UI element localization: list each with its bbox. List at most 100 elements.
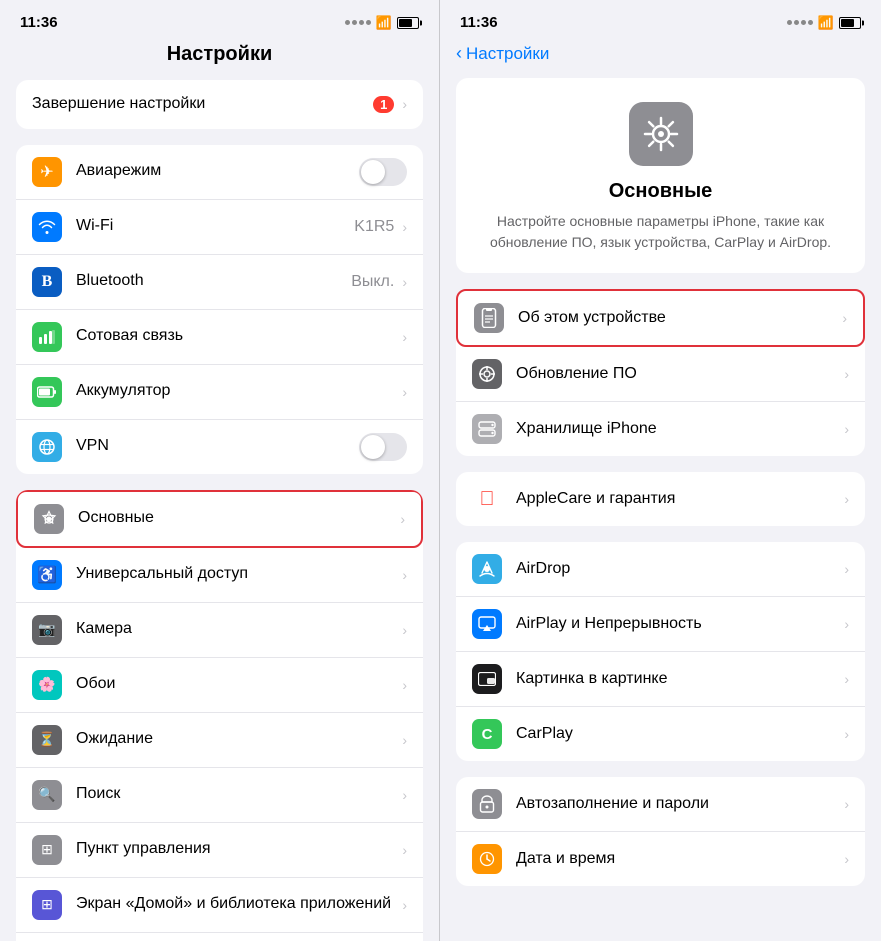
completion-chevron: › — [402, 96, 407, 112]
display-item[interactable]: ☀ Экран и яркость › — [16, 933, 423, 941]
control-icon: ⊞ — [32, 835, 62, 865]
about-chevron: › — [842, 310, 847, 326]
battery-icon — [397, 17, 419, 29]
carplay-label: CarPlay — [516, 725, 844, 743]
autofill-item[interactable]: Автозаполнение и пароли › — [456, 777, 865, 832]
airdrop-chevron: › — [844, 561, 849, 577]
right-signal-icon — [787, 20, 813, 25]
wallpaper-chevron: › — [402, 677, 407, 693]
wallpaper-icon: 🌸 — [32, 670, 62, 700]
datetime-icon — [472, 844, 502, 874]
airdrop-item[interactable]: AirDrop › — [456, 542, 865, 597]
update-item[interactable]: Обновление ПО › — [456, 347, 865, 402]
univ-label: Универсальный доступ — [76, 564, 400, 585]
carplay-item[interactable]: C CarPlay › — [456, 707, 865, 761]
osnov-icon — [34, 504, 64, 534]
battery-item-icon — [32, 377, 62, 407]
left-page-title: Настройки — [0, 39, 439, 80]
left-status-bar: 11:36 📶 — [0, 0, 439, 39]
vpn-label: VPN — [76, 436, 359, 457]
right-battery-icon — [839, 17, 861, 29]
update-icon — [472, 359, 502, 389]
right-group1: Об этом устройстве › Обновление ПО › — [456, 289, 865, 456]
airplane-toggle[interactable] — [359, 158, 407, 186]
datetime-item[interactable]: Дата и время › — [456, 832, 865, 886]
vpn-toggle[interactable] — [359, 433, 407, 461]
waiting-label: Ожидание — [76, 729, 400, 750]
storage-icon — [472, 414, 502, 444]
completion-row[interactable]: Завершение настройки 1 › — [16, 80, 423, 129]
wifi-value: K1R5 — [354, 218, 394, 236]
vpn-item[interactable]: VPN — [16, 420, 423, 474]
univ-item[interactable]: ♿ Универсальный доступ › — [16, 548, 423, 603]
control-chevron: › — [402, 842, 407, 858]
bluetooth-item[interactable]: B Bluetooth Выкл. › — [16, 255, 423, 310]
home-item[interactable]: ⊞ Экран «Домой» и библиотека приложений … — [16, 878, 423, 933]
update-label: Обновление ПО — [516, 365, 844, 383]
completion-label: Завершение настройки — [32, 94, 373, 115]
cellular-label: Сотовая связь — [76, 326, 400, 347]
bluetooth-chevron: › — [402, 274, 407, 290]
group2-card: Основные › ♿ Универсальный доступ › 📷 Ка… — [16, 490, 423, 941]
search-icon: 🔍 — [32, 780, 62, 810]
carplay-chevron: › — [844, 726, 849, 742]
right-group2:  AppleCare и гарантия › — [456, 472, 865, 526]
camera-chevron: › — [402, 622, 407, 638]
airplane-item[interactable]: ✈ Авиарежим — [16, 145, 423, 200]
back-label: Настройки — [466, 44, 549, 64]
airplay-item[interactable]: AirPlay и Непрерывность › — [456, 597, 865, 652]
search-item[interactable]: 🔍 Поиск › — [16, 768, 423, 823]
control-label: Пункт управления — [76, 839, 400, 860]
cellular-icon — [32, 322, 62, 352]
right-header-desc: Настройте основные параметры iPhone, так… — [472, 211, 849, 253]
applecare-icon:  — [472, 484, 502, 514]
back-chevron-icon: ‹ — [456, 43, 462, 64]
signal-icon — [345, 20, 371, 25]
right-scroll: Основные Настройте основные параметры iP… — [440, 78, 881, 941]
wifi-label: Wi-Fi — [76, 216, 354, 237]
airplane-icon: ✈ — [32, 157, 62, 187]
pip-label: Картинка в картинке — [516, 670, 844, 688]
battery-label: Аккумулятор — [76, 381, 400, 402]
about-item[interactable]: Об этом устройстве › — [456, 289, 865, 347]
right-wifi-icon: 📶 — [818, 15, 834, 31]
autofill-icon — [472, 789, 502, 819]
battery-chevron: › — [402, 384, 407, 400]
bluetooth-value: Выкл. — [351, 273, 394, 291]
airdrop-label: AirDrop — [516, 560, 844, 578]
about-icon — [474, 303, 504, 333]
osnov-label: Основные — [78, 508, 398, 529]
left-scroll: Завершение настройки 1 › ✈ Авиарежим — [0, 80, 439, 941]
airdrop-icon — [472, 554, 502, 584]
airplay-label: AirPlay и Непрерывность — [516, 615, 844, 633]
right-group3: AirDrop › AirPlay и Непрерывность › — [456, 542, 865, 761]
airplay-chevron: › — [844, 616, 849, 632]
cellular-chevron: › — [402, 329, 407, 345]
wallpaper-item[interactable]: 🌸 Обои › — [16, 658, 423, 713]
pip-icon — [472, 664, 502, 694]
right-panel: 11:36 📶 ‹ Настройки — [440, 0, 881, 941]
wifi-item[interactable]: Wi-Fi K1R5 › — [16, 200, 423, 255]
pip-item[interactable]: Картинка в картинке › — [456, 652, 865, 707]
cellular-item[interactable]: Сотовая связь › — [16, 310, 423, 365]
bluetooth-icon: B — [32, 267, 62, 297]
osnov-item[interactable]: Основные › — [16, 490, 423, 548]
left-time: 11:36 — [20, 14, 58, 31]
storage-chevron: › — [844, 421, 849, 437]
camera-item[interactable]: 📷 Камера › — [16, 603, 423, 658]
waiting-item[interactable]: ⏳ Ожидание › — [16, 713, 423, 768]
back-nav[interactable]: ‹ Настройки — [440, 39, 881, 78]
datetime-label: Дата и время — [516, 850, 844, 868]
storage-label: Хранилище iPhone — [516, 420, 844, 438]
applecare-item[interactable]:  AppleCare и гарантия › — [456, 472, 865, 526]
control-item[interactable]: ⊞ Пункт управления › — [16, 823, 423, 878]
pip-chevron: › — [844, 671, 849, 687]
osnov-header-icon — [629, 102, 693, 166]
univ-chevron: › — [402, 567, 407, 583]
battery-item[interactable]: Аккумулятор › — [16, 365, 423, 420]
storage-item[interactable]: Хранилище iPhone › — [456, 402, 865, 456]
left-status-icons: 📶 — [345, 15, 419, 31]
search-label: Поиск — [76, 784, 400, 805]
wifi-item-icon — [32, 212, 62, 242]
applecare-chevron: › — [844, 491, 849, 507]
